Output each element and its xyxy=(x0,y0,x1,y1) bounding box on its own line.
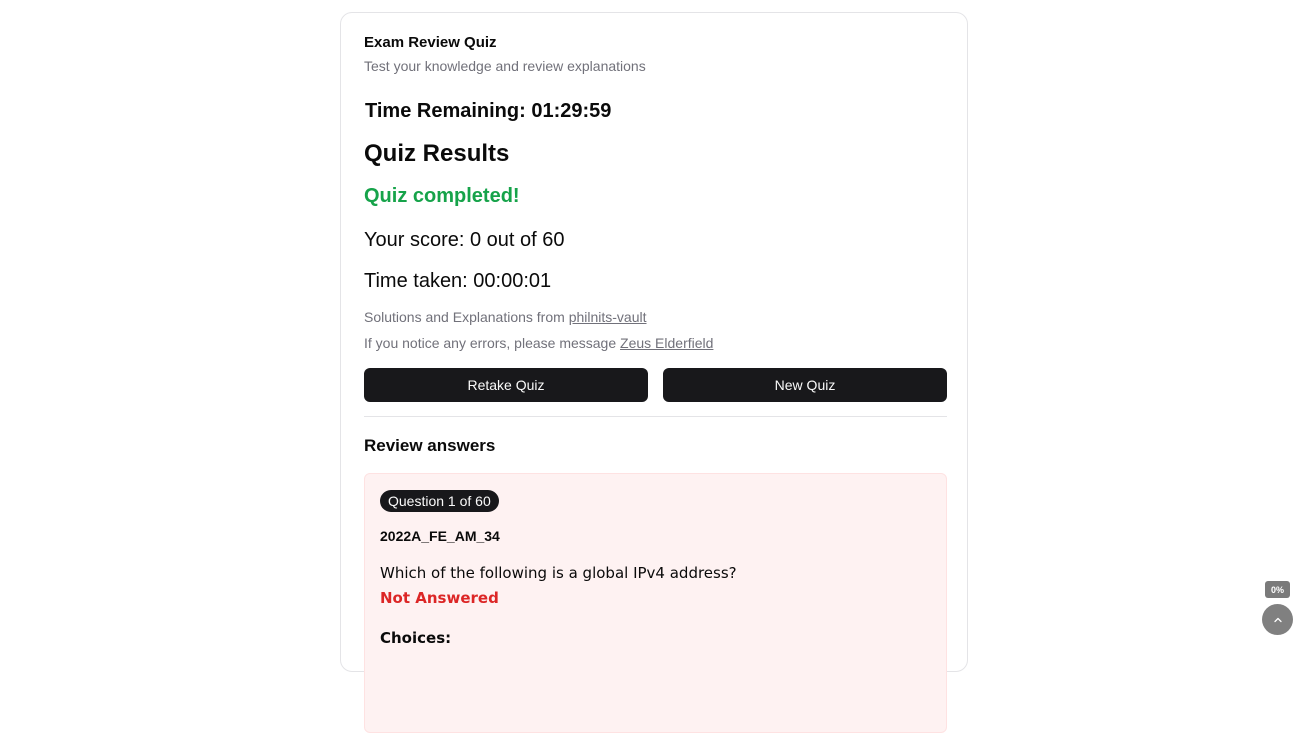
philnits-vault-link[interactable]: philnits-vault xyxy=(569,309,647,325)
choices-label: Choices: xyxy=(380,629,452,647)
time-taken-text: Time taken: 00:00:01 xyxy=(364,270,552,292)
retake-quiz-button[interactable]: Retake Quiz xyxy=(364,368,648,402)
question-id: 2022A_FE_AM_34 xyxy=(380,528,500,544)
new-quiz-button[interactable]: New Quiz xyxy=(663,368,947,402)
score-text: Your score: 0 out of 60 xyxy=(364,229,565,251)
solutions-credit-label: Solutions and Explanations from xyxy=(364,309,569,325)
chevron-up-icon xyxy=(1273,617,1282,622)
review-heading: Review answers xyxy=(364,436,496,455)
errors-contact: If you notice any errors, please message… xyxy=(364,335,713,351)
section-divider xyxy=(364,416,947,417)
contact-author-link[interactable]: Zeus Elderfield xyxy=(620,335,713,351)
question-number-badge: Question 1 of 60 xyxy=(380,490,499,512)
time-remaining: Time Remaining: 01:29:59 xyxy=(365,100,612,122)
solutions-credit: Solutions and Explanations from philnits… xyxy=(364,309,647,325)
question-text: Which of the following is a global IPv4 … xyxy=(380,564,737,582)
results-heading: Quiz Results xyxy=(364,140,510,167)
errors-contact-label: If you notice any errors, please message xyxy=(364,335,621,351)
quiz-title: Exam Review Quiz xyxy=(364,34,497,51)
quiz-card: Exam Review Quiz Test your knowledge and… xyxy=(340,12,968,733)
quiz-subtitle: Test your knowledge and review explanati… xyxy=(364,58,646,74)
answer-status: Not Answered xyxy=(380,589,499,607)
scroll-to-top-button[interactable] xyxy=(1262,604,1293,635)
question-review-card: Question 1 of 60 2022A_FE_AM_34 Which of… xyxy=(364,473,947,733)
scroll-progress-badge: 0% xyxy=(1265,581,1290,598)
completion-status: Quiz completed! xyxy=(364,185,520,207)
